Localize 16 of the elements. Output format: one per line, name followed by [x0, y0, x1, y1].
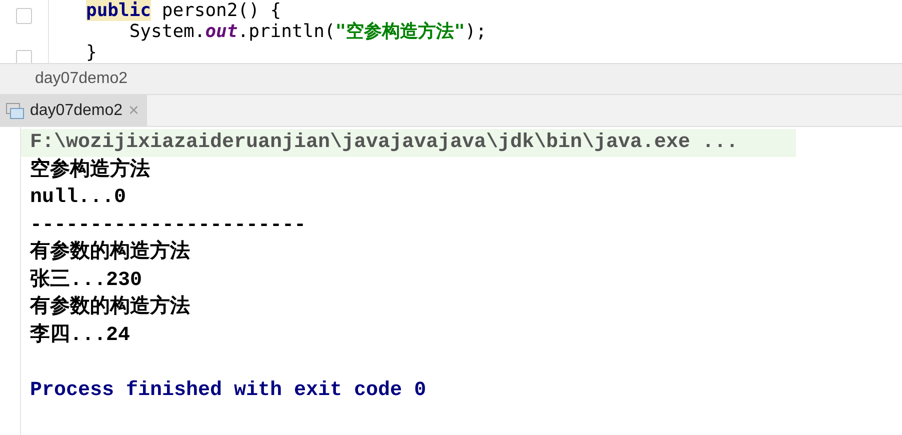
fold-marker-icon[interactable] — [16, 50, 32, 63]
console-exit-message: Process finished with exit code 0 — [29, 378, 428, 404]
code-line: System.out.println("空参构造方法"); — [128, 21, 487, 42]
console-output-line: 李四...24 — [28, 322, 132, 348]
console-output-line: ----------------------- — [29, 212, 308, 238]
console-output-line: 有参数的构造方法 — [28, 294, 191, 321]
code-line: public person2() { — [86, 0, 282, 21]
console-output-line: 张三...230 — [29, 267, 144, 294]
fold-marker-icon[interactable] — [16, 8, 32, 24]
console-output-line: 空参构造方法 — [29, 156, 151, 184]
run-panel-title: day07demo2 — [35, 70, 128, 88]
console-output-line: null...0 — [29, 185, 128, 211]
console-output-line: 有参数的构造方法 — [28, 239, 191, 266]
console-window-icon — [6, 102, 24, 118]
run-tab[interactable]: day07demo2 × — [0, 95, 148, 126]
code-line: } — [86, 42, 98, 63]
